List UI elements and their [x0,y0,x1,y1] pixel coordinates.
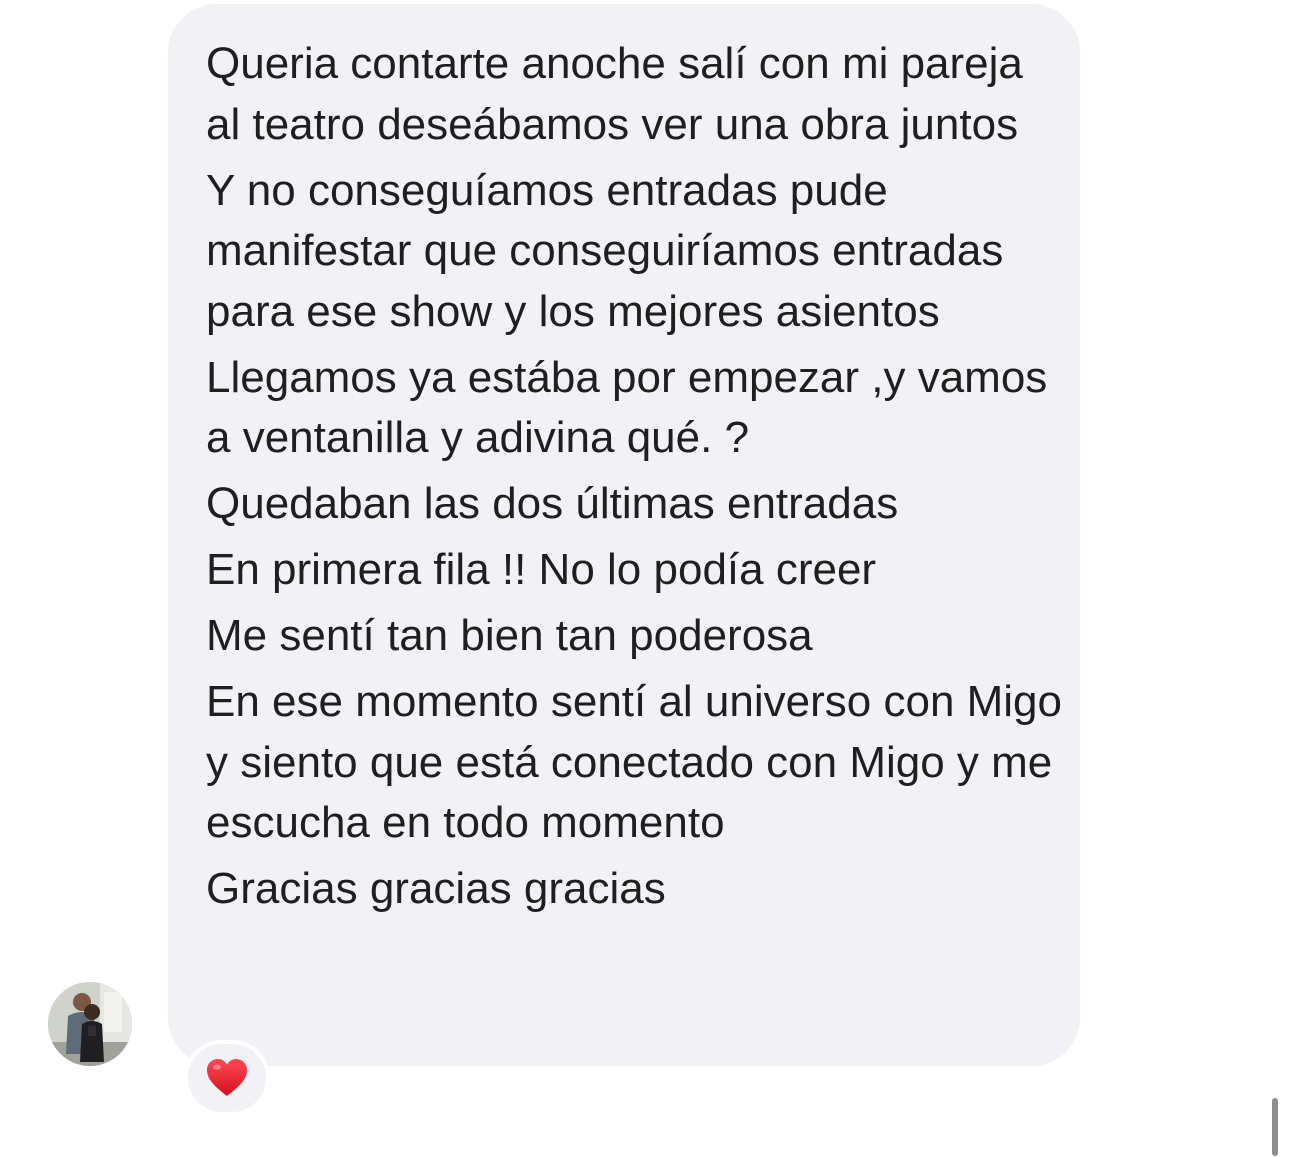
message-paragraph: Me sentí tan bien tan poderosa [206,611,813,660]
avatar-photo-icon [48,982,132,1066]
chat-thread: Queria contarte anoche salí con mi parej… [0,0,1290,1157]
message-paragraph: Quedaban las dos últimas entradas [206,479,899,528]
message-paragraph: En primera fila !! No lo podía creer [206,545,877,594]
red-heart-icon [207,1059,247,1096]
message-paragraph: Y no conseguíamos entradas pude manifest… [206,165,1004,336]
message-paragraph: Queria contarte anoche salí con mi parej… [206,39,1023,149]
scrollbar[interactable] [1272,1098,1278,1156]
message-text: Queria contarte anoche salí con mi parej… [206,34,1066,925]
message-paragraph: Gracias gracias gracias [206,864,666,913]
message-paragraph: En ese momento sentí al universo con Mig… [206,677,1063,847]
reaction-badge[interactable] [184,1040,270,1116]
message-paragraph: Llegamos ya estába por empezar ,y vamos … [206,352,1048,463]
sender-avatar[interactable] [48,982,132,1066]
